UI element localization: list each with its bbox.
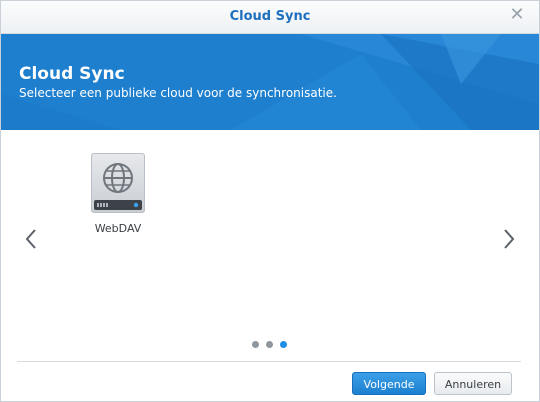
cancel-button[interactable]: Annuleren (434, 372, 512, 395)
page-dot-2[interactable] (266, 341, 273, 348)
page-dot-3-active[interactable] (280, 341, 287, 348)
window-title: Cloud Sync (229, 9, 311, 24)
footer-divider (17, 361, 521, 362)
provider-label-webdav: WebDAV (94, 222, 142, 235)
close-icon[interactable]: ✕ (508, 6, 526, 24)
globe-icon (94, 163, 142, 210)
chevron-right-icon[interactable] (499, 227, 519, 251)
banner-title: Cloud Sync (19, 64, 125, 84)
next-button[interactable]: Volgende (352, 372, 426, 395)
provider-tile-webdav[interactable] (91, 153, 145, 213)
cloud-sync-dialog: Cloud Sync ✕ Cloud Sync Selecteer een pu… (0, 0, 540, 402)
header-banner: Cloud Sync Selecteer een publieke cloud … (1, 34, 539, 130)
title-bar: Cloud Sync ✕ (1, 1, 539, 34)
page-dot-1[interactable] (252, 341, 259, 348)
chevron-left-icon[interactable] (21, 227, 41, 251)
banner-subtitle: Selecteer een publieke cloud voor de syn… (19, 86, 337, 100)
